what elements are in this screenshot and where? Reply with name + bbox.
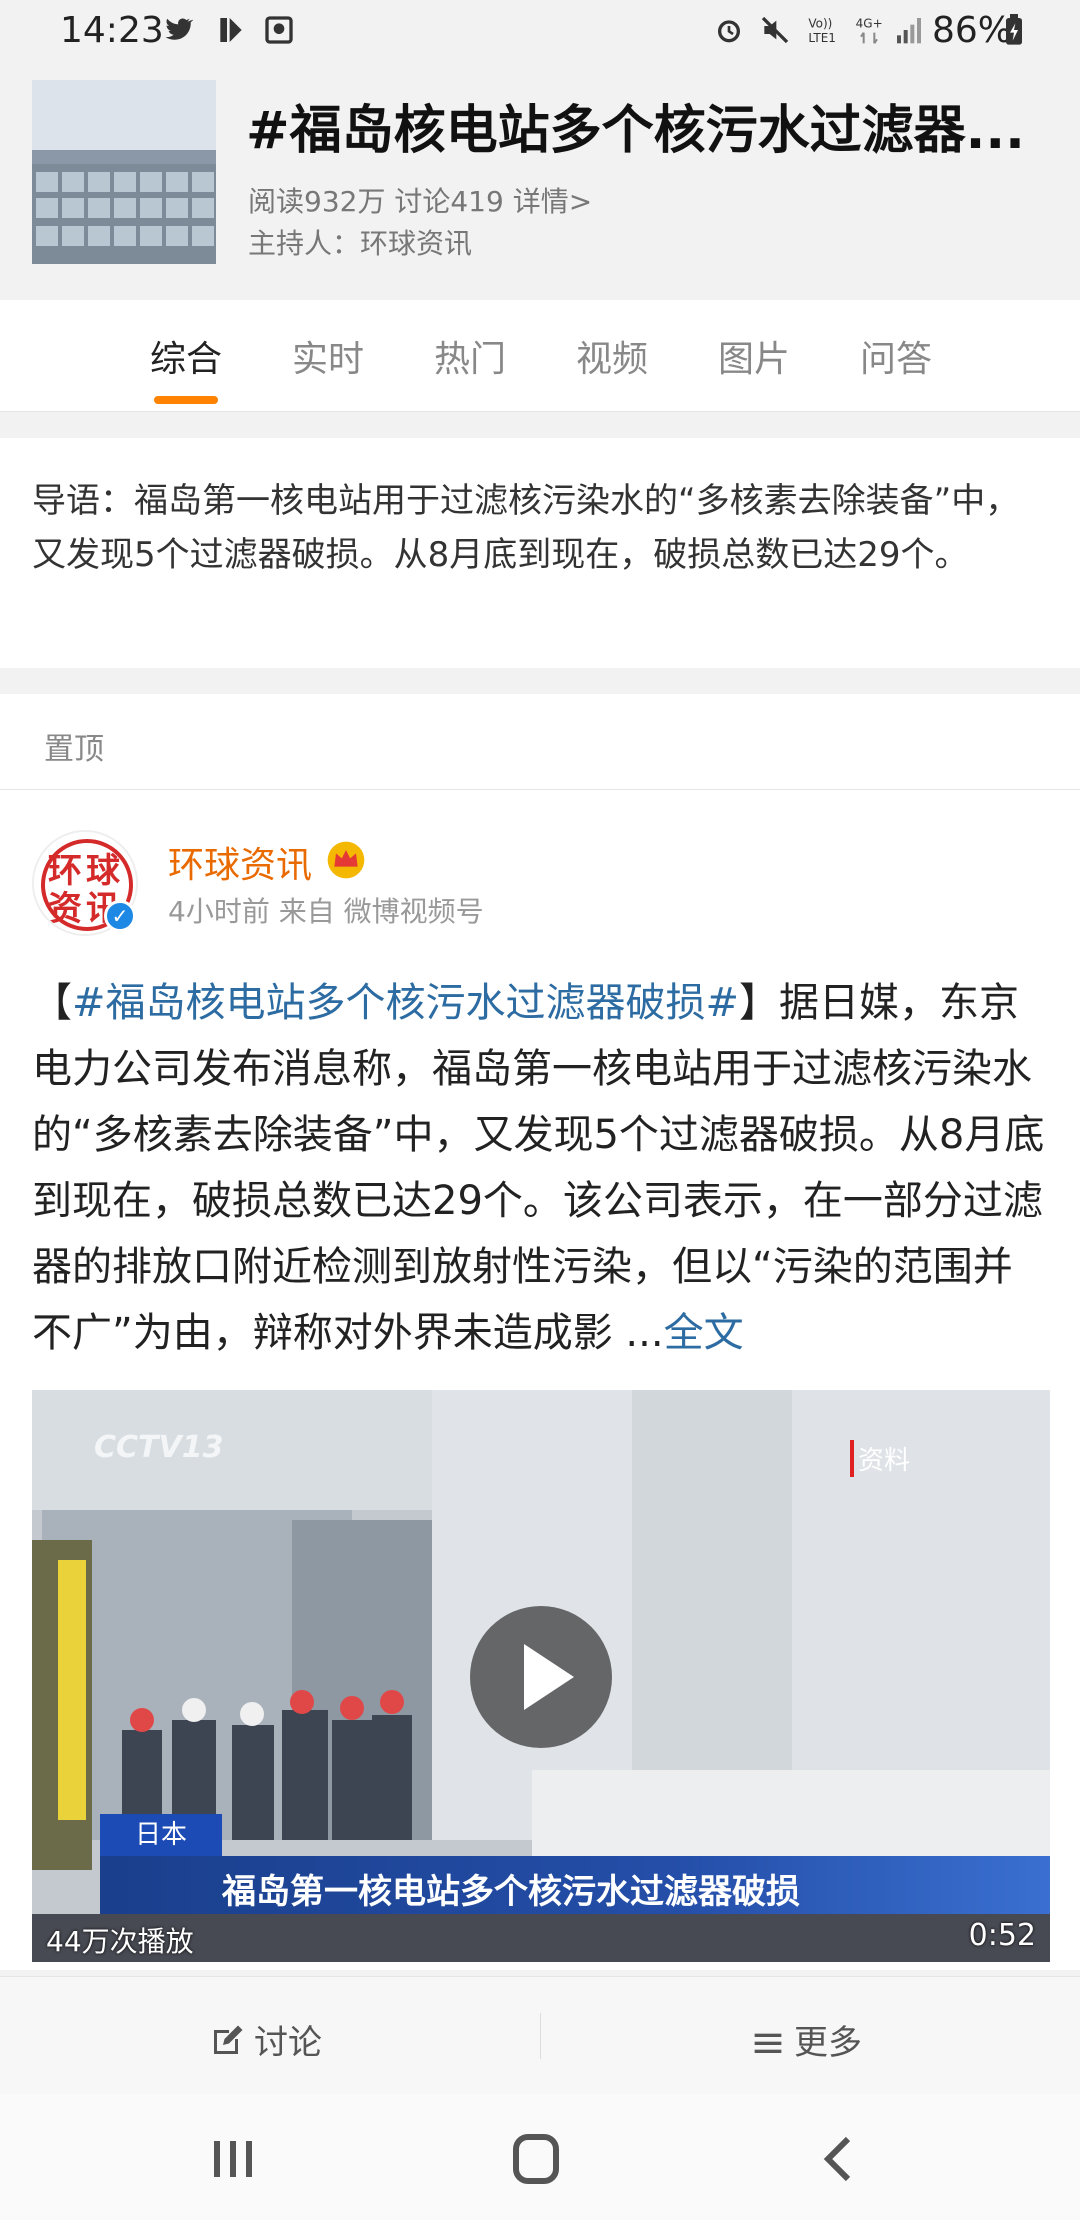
tab-realtime[interactable]: 实时: [292, 330, 364, 382]
gallery-icon: [265, 16, 293, 44]
author-name[interactable]: 环球资讯: [168, 836, 312, 888]
menu-icon: [754, 2033, 782, 2053]
bottom-action-bar: 讨论 更多: [0, 1976, 1080, 2094]
topic-header: #福岛核电站多个核污水过滤器... 阅读932万 讨论419 详情> 主持人：环…: [0, 62, 1080, 300]
topic-thumbnail[interactable]: [32, 80, 216, 264]
pinned-section: 置顶: [0, 694, 1080, 790]
verified-badge-icon: ✓: [104, 900, 136, 932]
play-button[interactable]: [470, 1606, 612, 1748]
tab-hot[interactable]: 热门: [434, 330, 506, 382]
svg-text:4G+: 4G+: [856, 16, 883, 30]
archive-tag: 资料: [850, 1440, 910, 1477]
full-text-link[interactable]: 全文: [664, 1310, 744, 1356]
svg-text:环: 环: [48, 851, 82, 891]
crown-icon: [327, 841, 365, 879]
active-tab-indicator: [154, 396, 218, 404]
topic-stats[interactable]: 阅读932万 讨论419 详情>: [248, 180, 592, 220]
discuss-label: 讨论: [254, 2023, 322, 2063]
edit-icon: [214, 2025, 243, 2054]
home-icon[interactable]: [506, 2134, 566, 2184]
post-text: 】据日媒，东京电力公司发布消息称，福岛第一核电站用于过滤核污染水的“多核素去除装…: [32, 980, 1045, 1356]
more-label: 更多: [794, 2023, 862, 2063]
battery-percent: 86%: [932, 10, 1013, 51]
topic-title: #福岛核电站多个核污水过滤器...: [246, 101, 1025, 161]
svg-text:LTE1: LTE1: [808, 31, 836, 45]
discuss-button[interactable]: 讨论: [208, 2015, 322, 2064]
topic-host: 主持人：环球资讯: [248, 227, 473, 260]
system-nav-bar: [0, 2094, 1080, 2220]
status-time: 14:23: [60, 10, 164, 51]
pinned-label: 置顶: [44, 732, 104, 767]
mute-icon: [761, 16, 789, 44]
hashtag-link[interactable]: #福岛核电站多个核污水过滤器破损#: [72, 980, 739, 1026]
alarm-icon: [718, 20, 740, 43]
post-body: 【#福岛核电站多个核污水过滤器破损#】据日媒，东京电力公司发布消息称，福岛第一核…: [32, 970, 1048, 1366]
svg-text:资: 资: [48, 889, 82, 929]
video-player[interactable]: CCTV13 资料 日本 福岛第一核电站多个核污水过滤器破损 44万次播放 0:…: [32, 1390, 1050, 1962]
view-count: 44万次播放: [46, 1925, 194, 1958]
news-country-tag: 日本: [100, 1814, 222, 1856]
post-meta: 4小时前 来自 微博视频号: [168, 895, 484, 928]
back-icon[interactable]: [808, 2134, 868, 2184]
media-icon: [220, 18, 242, 42]
open-bracket: 【: [32, 980, 72, 1026]
news-headline: 福岛第一核电站多个核污水过滤器破损: [222, 1872, 800, 1912]
more-button[interactable]: 更多: [752, 2015, 862, 2064]
tab-comprehensive[interactable]: 综合: [150, 330, 222, 382]
svg-text:球: 球: [86, 851, 121, 891]
action-divider: [540, 2013, 541, 2059]
volte-icon: Vo))LTE1: [808, 16, 836, 45]
video-duration: 0:52: [968, 1918, 1036, 1953]
recent-apps-icon[interactable]: [204, 2134, 264, 2184]
tab-bar: 综合 实时 热门 视频 图片 问答: [0, 300, 1080, 412]
weibo-post: 环 球 资 讯 ✓ 环球资讯 4小时前 来自 微博视频号 【#福岛核电站多个核污…: [0, 790, 1080, 1970]
signal-icon: [897, 18, 921, 44]
play-icon: [524, 1644, 574, 1710]
battery-icon: [1006, 14, 1022, 45]
tab-qa[interactable]: 问答: [860, 330, 932, 382]
topic-intro: 导语：福岛第一核电站用于过滤核污染水的“多核素去除装备”中，又发现5个过滤器破损…: [0, 438, 1080, 668]
twitter-icon: [165, 18, 194, 40]
tab-video[interactable]: 视频: [576, 330, 648, 382]
4g-icon: 4G+: [856, 16, 883, 44]
status-bar: 14:23 Vo)) LTE1 4G+ 86%: [0, 0, 1080, 62]
cctv-watermark: CCTV13: [94, 1430, 224, 1465]
tab-images[interactable]: 图片: [718, 330, 790, 382]
svg-text:Vo)): Vo)): [808, 16, 832, 30]
